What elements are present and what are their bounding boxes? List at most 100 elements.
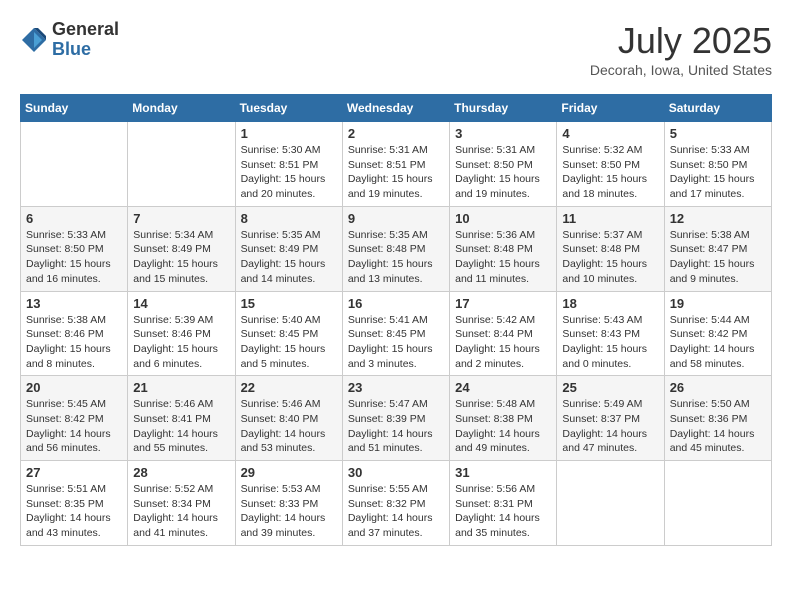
day-info: Sunrise: 5:33 AM Sunset: 8:50 PM Dayligh…	[670, 143, 766, 202]
day-number: 18	[562, 296, 658, 311]
day-info: Sunrise: 5:38 AM Sunset: 8:46 PM Dayligh…	[26, 313, 122, 372]
day-number: 21	[133, 380, 229, 395]
calendar-cell: 25 Sunrise: 5:49 AM Sunset: 8:37 PM Dayli…	[557, 376, 664, 461]
day-info: Sunrise: 5:56 AM Sunset: 8:31 PM Dayligh…	[455, 482, 551, 541]
calendar-cell: 13 Sunrise: 5:38 AM Sunset: 8:46 PM Dayli…	[21, 291, 128, 376]
day-number: 30	[348, 465, 444, 480]
calendar-cell: 29 Sunrise: 5:53 AM Sunset: 8:33 PM Dayli…	[235, 461, 342, 546]
calendar-cell: 7 Sunrise: 5:34 AM Sunset: 8:49 PM Daylig…	[128, 206, 235, 291]
calendar-cell	[664, 461, 771, 546]
day-info: Sunrise: 5:52 AM Sunset: 8:34 PM Dayligh…	[133, 482, 229, 541]
day-info: Sunrise: 5:46 AM Sunset: 8:40 PM Dayligh…	[241, 397, 337, 456]
calendar-cell: 16Sunrise: 5:41 AM Sunset: 8:45 PM Dayli…	[342, 291, 449, 376]
logo: General Blue	[20, 20, 119, 60]
day-number: 27	[26, 465, 122, 480]
calendar-cell	[557, 461, 664, 546]
day-info: Sunrise: 5:42 AM Sunset: 8:44 PM Dayligh…	[455, 313, 551, 372]
calendar-cell: 8 Sunrise: 5:35 AM Sunset: 8:49 PM Daylig…	[235, 206, 342, 291]
calendar-header: SundayMondayTuesdayWednesdayThursdayFrid…	[21, 95, 772, 122]
day-number: 13	[26, 296, 122, 311]
day-info: Sunrise: 5:46 AM Sunset: 8:41 PM Dayligh…	[133, 397, 229, 456]
day-number: 9	[348, 211, 444, 226]
day-number: 5	[670, 126, 766, 141]
calendar-cell: 30 Sunrise: 5:55 AM Sunset: 8:32 PM Dayli…	[342, 461, 449, 546]
day-number: 12	[670, 211, 766, 226]
calendar-cell: 20 Sunrise: 5:45 AM Sunset: 8:42 PM Dayli…	[21, 376, 128, 461]
calendar-cell: 2 Sunrise: 5:31 AM Sunset: 8:51 PM Daylig…	[342, 122, 449, 207]
day-number: 4	[562, 126, 658, 141]
day-number: 19	[670, 296, 766, 311]
day-info: Sunrise: 5:47 AM Sunset: 8:39 PM Dayligh…	[348, 397, 444, 456]
calendar-cell: 28 Sunrise: 5:52 AM Sunset: 8:34 PM Dayli…	[128, 461, 235, 546]
weekday-header: Wednesday	[342, 95, 449, 122]
day-info: Sunrise: 5:39 AM Sunset: 8:46 PM Dayligh…	[133, 313, 229, 372]
weekday-header-row: SundayMondayTuesdayWednesdayThursdayFrid…	[21, 95, 772, 122]
day-info: Sunrise: 5:33 AM Sunset: 8:50 PM Dayligh…	[26, 228, 122, 287]
calendar-cell: 3Sunrise: 5:31 AM Sunset: 8:50 PM Daylig…	[450, 122, 557, 207]
calendar-cell: 27 Sunrise: 5:51 AM Sunset: 8:35 PM Dayli…	[21, 461, 128, 546]
logo-general-text: General	[52, 20, 119, 40]
day-number: 2	[348, 126, 444, 141]
calendar-cell: 11Sunrise: 5:37 AM Sunset: 8:48 PM Dayli…	[557, 206, 664, 291]
day-info: Sunrise: 5:55 AM Sunset: 8:32 PM Dayligh…	[348, 482, 444, 541]
day-number: 11	[562, 211, 658, 226]
day-number: 8	[241, 211, 337, 226]
day-info: Sunrise: 5:49 AM Sunset: 8:37 PM Dayligh…	[562, 397, 658, 456]
calendar-week-row: 27 Sunrise: 5:51 AM Sunset: 8:35 PM Dayli…	[21, 461, 772, 546]
day-info: Sunrise: 5:30 AM Sunset: 8:51 PM Dayligh…	[241, 143, 337, 202]
day-info: Sunrise: 5:34 AM Sunset: 8:49 PM Dayligh…	[133, 228, 229, 287]
day-info: Sunrise: 5:44 AM Sunset: 8:42 PM Dayligh…	[670, 313, 766, 372]
day-number: 26	[670, 380, 766, 395]
weekday-header: Friday	[557, 95, 664, 122]
calendar-cell: 19 Sunrise: 5:44 AM Sunset: 8:42 PM Dayli…	[664, 291, 771, 376]
calendar-week-row: 20 Sunrise: 5:45 AM Sunset: 8:42 PM Dayli…	[21, 376, 772, 461]
day-number: 23	[348, 380, 444, 395]
day-number: 3	[455, 126, 551, 141]
calendar-cell: 6Sunrise: 5:33 AM Sunset: 8:50 PM Daylig…	[21, 206, 128, 291]
day-number: 16	[348, 296, 444, 311]
calendar-cell: 9 Sunrise: 5:35 AM Sunset: 8:48 PM Daylig…	[342, 206, 449, 291]
day-number: 29	[241, 465, 337, 480]
day-number: 20	[26, 380, 122, 395]
calendar-body: 1 Sunrise: 5:30 AM Sunset: 8:51 PM Daylig…	[21, 122, 772, 546]
calendar-week-row: 6Sunrise: 5:33 AM Sunset: 8:50 PM Daylig…	[21, 206, 772, 291]
day-info: Sunrise: 5:32 AM Sunset: 8:50 PM Dayligh…	[562, 143, 658, 202]
calendar-cell: 15Sunrise: 5:40 AM Sunset: 8:45 PM Dayli…	[235, 291, 342, 376]
day-info: Sunrise: 5:35 AM Sunset: 8:49 PM Dayligh…	[241, 228, 337, 287]
weekday-header: Sunday	[21, 95, 128, 122]
title-block: July 2025 Decorah, Iowa, United States	[590, 20, 772, 78]
logo-icon	[20, 26, 48, 54]
day-info: Sunrise: 5:31 AM Sunset: 8:51 PM Dayligh…	[348, 143, 444, 202]
calendar-cell: 26Sunrise: 5:50 AM Sunset: 8:36 PM Dayli…	[664, 376, 771, 461]
calendar-cell: 24Sunrise: 5:48 AM Sunset: 8:38 PM Dayli…	[450, 376, 557, 461]
day-number: 7	[133, 211, 229, 226]
day-info: Sunrise: 5:53 AM Sunset: 8:33 PM Dayligh…	[241, 482, 337, 541]
day-number: 17	[455, 296, 551, 311]
calendar-week-row: 1 Sunrise: 5:30 AM Sunset: 8:51 PM Daylig…	[21, 122, 772, 207]
calendar-cell: 22Sunrise: 5:46 AM Sunset: 8:40 PM Dayli…	[235, 376, 342, 461]
calendar-cell: 21 Sunrise: 5:46 AM Sunset: 8:41 PM Dayli…	[128, 376, 235, 461]
day-number: 28	[133, 465, 229, 480]
day-info: Sunrise: 5:51 AM Sunset: 8:35 PM Dayligh…	[26, 482, 122, 541]
calendar-cell	[21, 122, 128, 207]
day-number: 10	[455, 211, 551, 226]
location-subtitle: Decorah, Iowa, United States	[590, 62, 772, 78]
day-number: 25	[562, 380, 658, 395]
day-number: 31	[455, 465, 551, 480]
weekday-header: Saturday	[664, 95, 771, 122]
day-info: Sunrise: 5:35 AM Sunset: 8:48 PM Dayligh…	[348, 228, 444, 287]
logo-blue-text: Blue	[52, 40, 119, 60]
day-number: 1	[241, 126, 337, 141]
calendar-cell: 4 Sunrise: 5:32 AM Sunset: 8:50 PM Daylig…	[557, 122, 664, 207]
weekday-header: Tuesday	[235, 95, 342, 122]
calendar-cell: 10Sunrise: 5:36 AM Sunset: 8:48 PM Dayli…	[450, 206, 557, 291]
weekday-header: Thursday	[450, 95, 557, 122]
day-info: Sunrise: 5:38 AM Sunset: 8:47 PM Dayligh…	[670, 228, 766, 287]
day-number: 15	[241, 296, 337, 311]
day-info: Sunrise: 5:45 AM Sunset: 8:42 PM Dayligh…	[26, 397, 122, 456]
calendar-cell: 31 Sunrise: 5:56 AM Sunset: 8:31 PM Dayli…	[450, 461, 557, 546]
month-title: July 2025	[590, 20, 772, 62]
logo-text: General Blue	[52, 20, 119, 60]
calendar-cell: 18Sunrise: 5:43 AM Sunset: 8:43 PM Dayli…	[557, 291, 664, 376]
calendar-cell: 14Sunrise: 5:39 AM Sunset: 8:46 PM Dayli…	[128, 291, 235, 376]
